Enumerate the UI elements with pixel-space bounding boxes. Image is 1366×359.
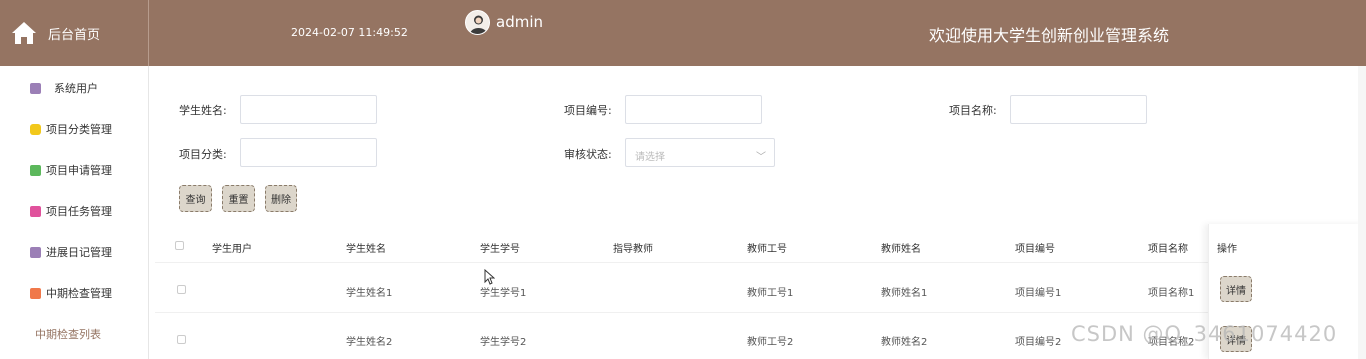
project-no-label: 项目编号: — [564, 104, 612, 117]
project-name-input[interactable] — [1010, 95, 1147, 124]
select-all-checkbox[interactable] — [175, 241, 184, 250]
detail-button[interactable]: 详情 — [1220, 276, 1252, 302]
sidebar-item-midterm-check[interactable]: 中期检查管理 — [0, 281, 149, 305]
sidebar-subitem-midterm-list[interactable]: 中期检查列表 — [35, 326, 101, 342]
student-name-input[interactable] — [240, 95, 377, 124]
project-category-label: 项目分类: — [179, 148, 227, 161]
cell-project-name: 项目名称1 — [1148, 288, 1195, 299]
diary-icon — [30, 246, 41, 258]
column-header-advisor: 指导教师 — [613, 244, 653, 255]
message-icon — [30, 164, 41, 176]
sidebar-item-label: 项目任务管理 — [46, 205, 112, 218]
cube-icon — [30, 123, 41, 135]
review-status-placeholder: 请选择 — [635, 152, 665, 163]
cell-project-no: 项目编号1 — [1015, 288, 1062, 299]
watermark: CSDN @Q_3461074420 — [1071, 322, 1338, 346]
student-name-label: 学生姓名: — [179, 104, 227, 117]
sidebar-item-label: 项目分类管理 — [46, 123, 112, 136]
row-checkbox[interactable] — [177, 285, 186, 294]
sidebar-item-project-application[interactable]: 项目申请管理 — [0, 158, 149, 182]
sidebar-item-label: 项目申请管理 — [46, 164, 112, 177]
username[interactable]: admin — [496, 13, 543, 31]
home-label: 后台首页 — [48, 28, 101, 43]
sidebar: 系统用户 项目分类管理 项目申请管理 项目任务管理 进展日记管理 中期检查管理 … — [0, 66, 149, 359]
top-header: 后台首页 2024-02-07 11:49:52 admin 欢迎使用大学生创新… — [0, 0, 1366, 66]
review-status-select[interactable]: 请选择 ﹀ — [625, 138, 775, 167]
mouse-cursor-icon — [484, 269, 495, 285]
sidebar-item-progress-diary[interactable]: 进展日记管理 — [0, 240, 149, 264]
row-checkbox[interactable] — [177, 335, 186, 344]
row-divider — [155, 262, 1366, 263]
column-header-project-no: 项目编号 — [1015, 244, 1055, 255]
system-title: 欢迎使用大学生创新创业管理系统 — [929, 26, 1170, 45]
cell-student-no: 学生学号1 — [480, 288, 527, 299]
cell-teacher-name: 教师姓名1 — [881, 288, 928, 299]
sidebar-item-project-task[interactable]: 项目任务管理 — [0, 199, 149, 223]
avatar[interactable] — [465, 10, 490, 35]
sidebar-item-label: 系统用户 — [54, 82, 98, 95]
vertical-scrollbar[interactable] — [1358, 66, 1366, 359]
review-status-label: 审核状态: — [564, 148, 612, 161]
home-link[interactable]: 后台首页 — [0, 0, 149, 66]
row-divider — [155, 312, 1366, 313]
cell-teacher-no: 教师工号1 — [747, 288, 794, 299]
column-header-action: 操作 — [1217, 244, 1237, 255]
cell-student-name: 学生姓名2 — [346, 337, 393, 348]
project-no-input[interactable] — [625, 95, 762, 124]
user-db-icon — [30, 82, 41, 94]
cell-teacher-name: 教师姓名2 — [881, 337, 928, 348]
column-header-teacher-no: 教师工号 — [747, 244, 787, 255]
cell-teacher-no: 教师工号2 — [747, 337, 794, 348]
column-header-student-user: 学生用户 — [212, 244, 252, 255]
query-button[interactable]: 查询 — [179, 185, 212, 212]
sidebar-item-label: 进展日记管理 — [46, 246, 112, 259]
grid-icon — [30, 287, 41, 299]
datetime-display: 2024-02-07 11:49:52 — [291, 26, 408, 39]
column-header-student-name: 学生姓名 — [346, 244, 386, 255]
sidebar-item-system-users[interactable]: 系统用户 — [0, 76, 149, 100]
chevron-down-icon: ﹀ — [756, 152, 766, 163]
delete-button[interactable]: 删除 — [265, 185, 297, 212]
cell-student-name: 学生姓名1 — [346, 288, 393, 299]
cell-project-no: 项目编号2 — [1015, 337, 1062, 348]
column-header-student-no: 学生学号 — [480, 244, 520, 255]
sidebar-item-label: 中期检查管理 — [46, 287, 112, 300]
cell-student-no: 学生学号2 — [480, 337, 527, 348]
user-avatar-icon — [470, 15, 487, 34]
column-header-project-name: 项目名称 — [1148, 244, 1188, 255]
project-category-input[interactable] — [240, 138, 377, 167]
task-icon — [30, 205, 41, 217]
reset-button[interactable]: 重置 — [222, 185, 255, 212]
sidebar-item-project-category[interactable]: 项目分类管理 — [0, 117, 149, 141]
project-name-label: 项目名称: — [949, 104, 997, 117]
column-header-teacher-name: 教师姓名 — [881, 244, 921, 255]
home-icon — [12, 22, 36, 44]
